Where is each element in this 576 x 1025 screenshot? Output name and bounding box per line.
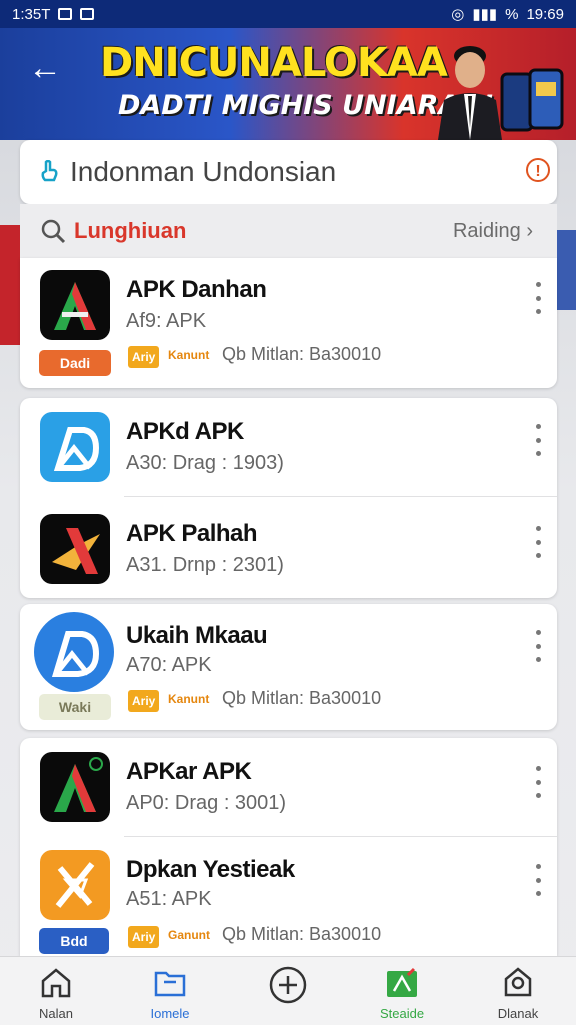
app-meta: A31. Drnp : 2301) [126,554,284,576]
tag-label: Ariy [128,926,160,948]
hand-pointer-icon [41,160,58,182]
search-query[interactable]: Lunghiuan [74,218,186,244]
tag-details: Qb Mitlan: Ba30010 [222,688,382,708]
app-group-card: APKar APK AP0: Drag : 3001) Dpkan Yestie… [20,738,557,956]
divider [124,496,557,497]
folder-icon [154,971,186,997]
app-name[interactable]: Dpkan Yestieak [126,856,295,884]
app-badge: Bdd [39,928,109,954]
sort-label: Raiding [452,220,521,242]
signal-icon: ▮▮▮ [472,6,498,23]
app-badge: Waki [39,694,111,720]
back-arrow-icon[interactable]: ← [28,51,64,85]
app-name: APK Danhan [126,276,267,303]
tag-text: Kanunt [168,692,210,706]
divider [124,836,557,837]
app-logo-a-icon [40,514,110,584]
app-card[interactable]: APK Danhan Af9: APK Dadi Ariy Kanunt Qb … [20,258,557,388]
tag-label: Ariy [128,690,160,712]
tag-details: Qb Mitlan: Ba30010 [222,344,382,364]
banner-title: DNICUNALOKAA [100,40,448,86]
nav-profile[interactable]: Dlanak [468,965,568,1023]
nav-home[interactable]: Nalan [6,965,106,1023]
app-logo-a-icon [40,270,110,340]
nav-folder-label: Iomele [150,1006,190,1021]
status-time-left: 1:35T [12,5,51,23]
nav-home-label: Nalan [39,1006,73,1021]
tag-details: Qb Mitlan: Ba30010 [222,924,382,944]
phones-illustration-icon [500,68,564,132]
app-name[interactable]: APK Palhah [126,520,258,548]
app-logo-x-icon [40,850,110,920]
chevron-right-icon: › [526,220,533,242]
status-time-right: 19:69 [526,5,564,23]
more-options-icon[interactable] [533,766,543,798]
info-icon[interactable]: ! [526,158,550,182]
tag-text: Ganunt [168,928,210,942]
store-icon [387,967,417,997]
app-badge: Dadi [39,350,111,376]
battery-label: % [505,5,519,23]
nav-profile-label: Dlanak [497,1006,539,1021]
title-card: Indonman Undonsian ! [20,140,557,204]
add-icon [269,966,307,1004]
nav-store[interactable]: Steaide [352,965,452,1023]
app-name: Ukaih Mkaau [126,622,268,649]
decor-stripe-right [556,230,576,310]
search-icon[interactable] [40,218,66,244]
decor-stripe-left [0,225,22,345]
sort-dropdown[interactable]: Raiding › [453,220,533,243]
app-name[interactable]: APKar APK [126,758,252,786]
app-meta: AP0: Drag : 3001) [126,792,287,814]
nav-store-label: Steaide [379,1006,425,1021]
gallery-icon [80,8,95,20]
app-logo-d-icon [40,412,110,482]
app-card[interactable]: Ukaih Mkaau A70: APK Waki Ariy Kanunt Qb… [20,604,557,730]
app-name[interactable]: APKd APK [126,418,244,446]
more-options-icon[interactable] [533,424,543,456]
app-meta: Af9: APK [126,310,207,332]
status-bar: 1:35T ◎ ▮▮▮ % 19:69 [0,0,576,28]
app-logo-d-icon [34,612,114,692]
tag-text: Kanunt [168,348,210,362]
header-banner: ← DNICUNALOKAA DADTI MIGHIS UNIARAN! [0,28,576,140]
wifi-icon: ◎ [451,6,465,23]
page-title: Indonman Undonsian [70,156,337,187]
notification-icon [58,8,73,20]
app-meta: A30: Drag : 1903) [126,452,284,474]
nav-folder[interactable]: Iomele [120,965,220,1023]
app-logo-a-icon [40,752,110,822]
home-icon [41,968,71,998]
profile-icon [504,967,532,997]
more-options-icon[interactable] [533,282,543,314]
bottom-navigation: Nalan Iomele Steaide Dlanak [0,956,576,1025]
app-group-card: APKd APK A30: Drag : 1903) APK Palhah A3… [20,398,557,598]
more-options-icon[interactable] [533,630,543,662]
app-meta: A70: APK [126,654,212,676]
nav-add[interactable] [238,965,338,1023]
more-options-icon[interactable] [533,864,543,896]
more-options-icon[interactable] [533,526,543,558]
tag-label: Ariy [128,346,160,368]
app-meta: A51: APK [126,888,212,910]
search-filter-bar[interactable]: Lunghiuan Raiding › [20,204,557,259]
